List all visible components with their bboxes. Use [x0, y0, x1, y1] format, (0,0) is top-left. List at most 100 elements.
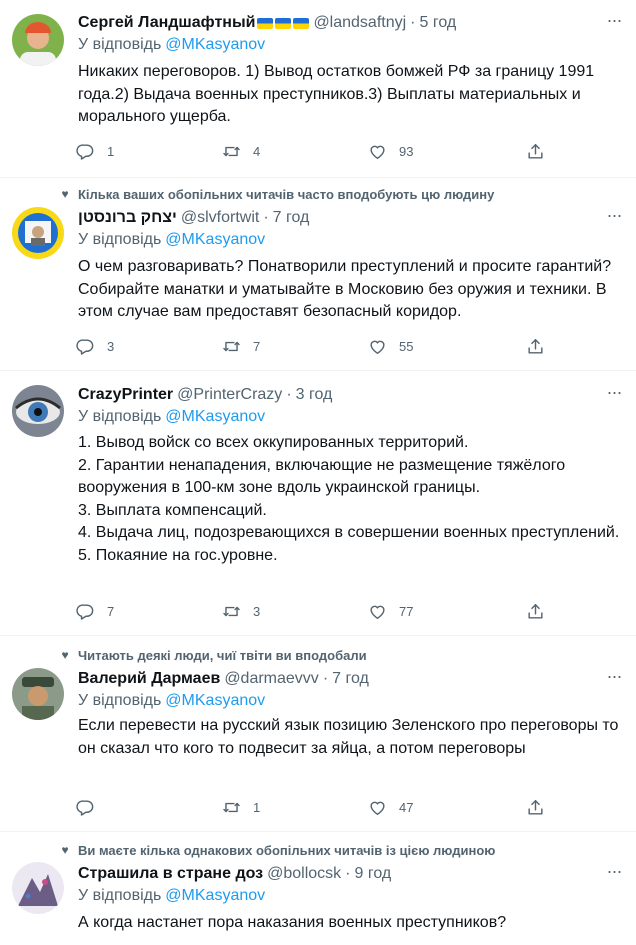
- retweet-count: 4: [253, 143, 261, 159]
- like-count: 93: [399, 143, 414, 159]
- tweet[interactable]: ♥ Кілька ваших обопільних читачів часто …: [0, 178, 636, 371]
- author-name[interactable]: Валерий Дармаев: [78, 670, 220, 688]
- retweet-arrows-icon: [222, 337, 241, 356]
- avatar[interactable]: [12, 668, 64, 720]
- replying-to: У відповідь @MKasyanov: [78, 36, 265, 58]
- retweet-button[interactable]: 3: [222, 601, 260, 621]
- reply-prefix: У відповідь: [78, 887, 162, 904]
- retweet-button[interactable]: 7: [222, 336, 260, 356]
- timestamp[interactable]: 7 год: [332, 670, 369, 688]
- reply-button[interactable]: 1: [76, 141, 114, 161]
- ukraine-flag-icon: [293, 17, 310, 29]
- mention-link[interactable]: @MKasyanov: [165, 887, 265, 904]
- more-dots-icon[interactable]: ···: [604, 206, 624, 227]
- author-handle[interactable]: @landsaftnyj: [313, 14, 406, 32]
- tweet-line: А когда настанет пора наказания военных …: [78, 914, 507, 931]
- avatar[interactable]: [12, 385, 64, 437]
- ukraine-flag-icon: [275, 17, 292, 29]
- timestamp[interactable]: 3 год: [296, 386, 333, 404]
- avatar[interactable]: [12, 14, 64, 66]
- reply-prefix: У відповідь: [78, 408, 162, 425]
- like-count: 55: [399, 338, 414, 354]
- like-button[interactable]: 47: [368, 797, 413, 817]
- social-context-text: Ви маєте кілька однакових обопільних чит…: [78, 842, 496, 858]
- share-button[interactable]: [526, 601, 545, 621]
- tweet[interactable]: ♥ Ви маєте кілька однакових обопільних ч…: [0, 832, 636, 945]
- replying-to: У відповідь @MKasyanov: [78, 231, 265, 253]
- retweet-button[interactable]: 1: [222, 797, 260, 817]
- author-handle[interactable]: @bollocsk: [267, 865, 341, 883]
- reply-count: 7: [107, 603, 115, 619]
- mention-link[interactable]: @MKasyanov: [165, 408, 265, 425]
- heart-outline-icon: [368, 798, 387, 817]
- tweet[interactable]: Сергей Ландшафтный @landsaftnyj · 5 год …: [0, 0, 636, 178]
- tweet-line: 5. Покаяние на гос.уровне.: [78, 546, 278, 564]
- more-dots-icon[interactable]: ···: [604, 667, 624, 688]
- tweet-line: 2. Гарантии ненападения, включающие не р…: [78, 456, 566, 497]
- tweet[interactable]: CrazyPrinter @PrinterCrazy · 3 год ··· У…: [0, 371, 636, 636]
- author-name[interactable]: Страшила в стране доз: [78, 865, 263, 883]
- more-dots-icon[interactable]: ···: [604, 862, 624, 883]
- reply-prefix: У відповідь: [78, 231, 162, 248]
- tweet-line: 3. Выплата компенсаций.: [78, 501, 267, 519]
- like-count: 77: [399, 603, 414, 619]
- avatar[interactable]: [12, 862, 64, 914]
- author-handle[interactable]: @PrinterCrazy: [177, 386, 282, 404]
- reply-prefix: У відповідь: [78, 692, 162, 709]
- share-button[interactable]: [526, 336, 545, 356]
- retweet-count: 1: [253, 799, 261, 815]
- tweet-header: יצחק ברונסטן @slvfortwit · 7 год: [78, 207, 309, 229]
- timestamp[interactable]: 7 год: [273, 209, 310, 227]
- tweet-text: 1. Вывод войск со всех оккупированных те…: [78, 432, 628, 567]
- social-context: ♥ Кілька ваших обопільних читачів часто …: [56, 185, 494, 203]
- more-dots-icon[interactable]: ···: [604, 11, 624, 32]
- timestamp[interactable]: 5 год: [420, 14, 457, 32]
- replying-to: У відповідь @MKasyanov: [78, 408, 265, 430]
- reply-button[interactable]: 7: [76, 601, 114, 621]
- avatar[interactable]: [12, 207, 64, 259]
- mention-link[interactable]: @MKasyanov: [165, 231, 265, 248]
- speech-bubble-icon: [76, 602, 95, 621]
- speech-bubble-icon: [76, 142, 95, 161]
- share-upload-icon: [526, 798, 545, 817]
- retweet-button[interactable]: 4: [222, 141, 260, 161]
- tweet-header: CrazyPrinter @PrinterCrazy · 3 год: [78, 384, 332, 406]
- share-button[interactable]: [526, 141, 545, 161]
- retweet-arrows-icon: [222, 798, 241, 817]
- mention-link[interactable]: @MKasyanov: [165, 36, 265, 53]
- timestamp[interactable]: 9 год: [354, 865, 391, 883]
- like-button[interactable]: 93: [368, 141, 413, 161]
- share-upload-icon: [526, 337, 545, 356]
- social-context-text: Читають деякі люди, чиї твіти ви вподоба…: [78, 647, 367, 663]
- like-button[interactable]: 55: [368, 336, 413, 356]
- heart-outline-icon: [368, 142, 387, 161]
- share-button[interactable]: [526, 797, 545, 817]
- tweet-line: О чем разговаривать? Понатворили преступ…: [78, 258, 612, 320]
- separator-dot: ·: [263, 209, 269, 226]
- reply-button[interactable]: 3: [76, 336, 114, 356]
- speech-bubble-icon: [76, 337, 95, 356]
- social-context: ♥ Читають деякі люди, чиї твіти ви вподо…: [56, 646, 367, 664]
- author-handle[interactable]: @darmaevvv: [224, 670, 319, 688]
- tweet[interactable]: ♥ Читають деякі люди, чиї твіти ви вподо…: [0, 636, 636, 832]
- more-dots-icon[interactable]: ···: [604, 383, 624, 404]
- author-name[interactable]: CrazyPrinter: [78, 386, 173, 404]
- separator-dot: ·: [286, 386, 292, 403]
- author-name[interactable]: יצחק ברונסטן: [78, 209, 177, 227]
- heart-small-icon: ♥: [61, 843, 69, 857]
- tweet-header: Страшила в стране доз @bollocsk · 9 год: [78, 863, 391, 885]
- action-bar: 1 47: [76, 797, 556, 817]
- author-handle[interactable]: @slvfortwit: [181, 209, 259, 227]
- separator-dot: ·: [322, 670, 329, 687]
- speech-bubble-icon: [76, 798, 95, 817]
- author-name[interactable]: Сергей Ландшафтный: [78, 14, 255, 32]
- retweet-count: 7: [253, 338, 261, 354]
- social-context: ♥ Ви маєте кілька однакових обопільних ч…: [56, 841, 495, 859]
- heart-small-icon: ♥: [61, 187, 69, 201]
- tweet-line: Никаких переговоров. 1) Вывод остатков б…: [78, 63, 595, 125]
- mention-link[interactable]: @MKasyanov: [165, 692, 265, 709]
- tweet-line: 1. Вывод войск со всех оккупированных те…: [78, 434, 469, 451]
- reply-button[interactable]: [76, 797, 107, 817]
- like-button[interactable]: 77: [368, 601, 413, 621]
- action-bar: 3 7 55: [76, 336, 556, 356]
